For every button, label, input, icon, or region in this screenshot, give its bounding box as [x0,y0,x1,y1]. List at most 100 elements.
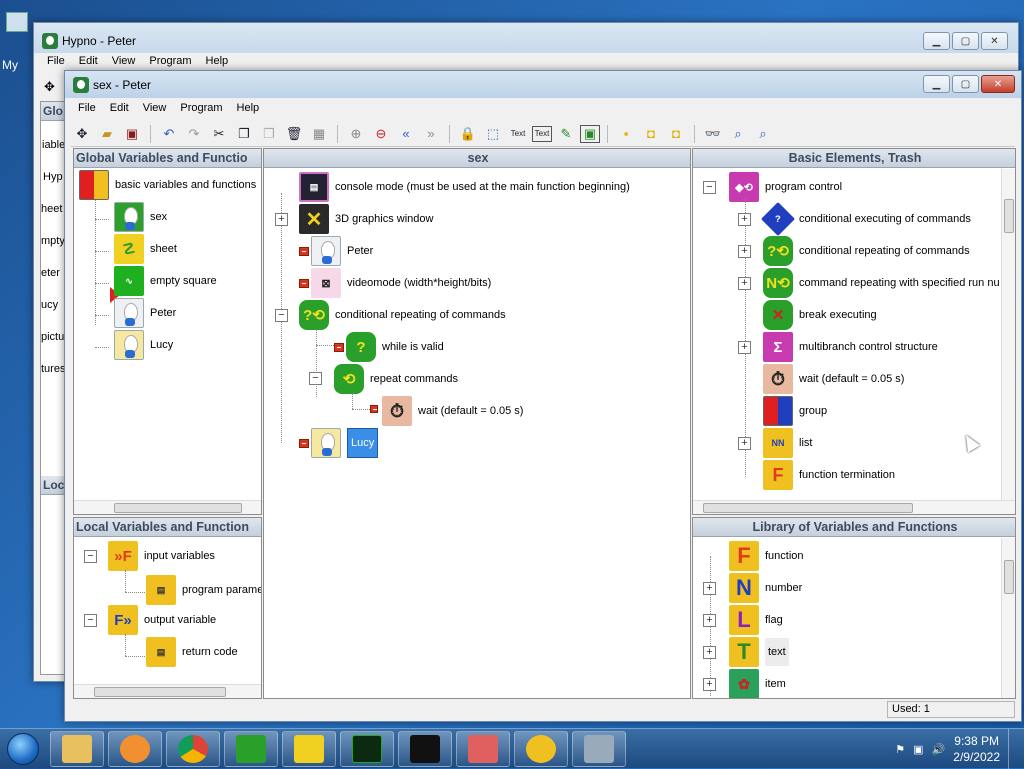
copy-icon[interactable]: ❐ [233,124,255,144]
menu-program[interactable]: Program [173,100,229,118]
tree-item[interactable]: ▤ return code [146,636,238,668]
expand-toggle[interactable]: + [738,213,751,226]
expand-toggle[interactable]: + [738,277,751,290]
taskbar-media-player[interactable] [108,730,162,767]
library-item[interactable]: ✿ item [729,668,786,698]
expand-toggle[interactable]: + [738,245,751,258]
bell3-icon[interactable]: ◘ [665,124,687,144]
tree-item[interactable]: ⊠ videomode (width*height/bits) [311,267,491,299]
start-button[interactable] [0,730,46,768]
menu-program[interactable]: Program [142,53,198,69]
remove-marker[interactable] [299,279,309,288]
clock[interactable]: 9:38 PM 2/9/2022 [953,733,1000,765]
network-tray-icon[interactable]: ▣ [913,743,923,756]
tree-item[interactable]: ?⟲ conditional repeating of commands [763,235,970,267]
menu-edit[interactable]: Edit [72,53,105,69]
expand-toggle[interactable]: + [738,341,751,354]
library-item[interactable]: N number [729,572,802,604]
bell2-icon[interactable]: ◘ [640,124,662,144]
back-icon[interactable]: « [395,124,417,144]
scrollbar-thumb[interactable] [1004,199,1014,233]
tree-item[interactable]: Lucy [114,329,173,361]
text-box-icon[interactable]: Text [532,125,552,142]
expand-toggle[interactable]: + [703,646,716,659]
collapse-toggle[interactable]: − [703,181,716,194]
find-next-icon[interactable]: ⌕ [752,124,774,144]
menu-view[interactable]: View [136,100,174,118]
tree-item[interactable]: ⏱ wait (default = 0.05 s) [763,363,904,395]
remove-marker[interactable] [299,247,309,256]
collapse-toggle[interactable]: − [309,372,322,385]
zoom-in-icon[interactable]: ⊕ [345,124,367,144]
binoculars-icon[interactable]: 👓 [702,124,724,144]
zoom-out-icon[interactable]: ⊖ [370,124,392,144]
expand-toggle[interactable]: + [738,437,751,450]
menu-help[interactable]: Help [199,53,236,69]
redo-icon[interactable]: ↷ [183,124,205,144]
tree-item[interactable]: ? while is valid [346,331,444,363]
scrollbar-thumb[interactable] [114,503,242,513]
minimize-button[interactable]: ▁ [923,32,950,50]
menu-file[interactable]: File [71,100,103,118]
taskbar-x[interactable] [282,730,336,767]
horizontal-scrollbar[interactable] [74,500,261,514]
forward-icon[interactable]: » [420,124,442,144]
edit-icon[interactable]: ✎ [555,124,577,144]
save-icon[interactable]: ▣ [121,124,143,144]
vertical-scrollbar[interactable] [1001,169,1015,500]
tree-item[interactable]: sex [114,201,167,233]
cut-icon[interactable]: ✂ [208,124,230,144]
minimize-button[interactable]: ▁ [923,75,950,93]
taskbar-oscilloscope[interactable] [340,730,394,767]
scrollbar-thumb[interactable] [94,687,226,697]
remove-marker[interactable] [299,439,309,448]
tree-item[interactable]: ▤ console mode (must be used at the main… [299,171,630,203]
front-window[interactable]: sex - Peter ▁ ▢ ✕ File Edit View Program… [64,70,1022,722]
undo-icon[interactable]: ↶ [158,124,180,144]
library-item[interactable]: L flag [729,604,783,636]
window-icon[interactable]: ▣ [580,124,600,143]
taskbar-cross[interactable] [456,730,510,767]
expand-toggle[interactable]: + [275,213,288,226]
tree-item[interactable]: F» output variable [108,604,216,636]
tree-item[interactable]: group [763,395,827,427]
tree-item[interactable]: »F input variables [108,540,215,572]
taskbar-network[interactable] [572,730,626,767]
tree-item[interactable]: ? conditional executing of commands [761,202,971,236]
menu-file[interactable]: File [40,53,72,69]
library-pane[interactable]: Library of Variables and Functions F fun… [692,517,1016,699]
remove-marker[interactable] [370,405,378,413]
tree-item[interactable]: ☡ sheet [114,233,177,265]
show-desktop-button[interactable] [1008,729,1018,769]
bell1-icon[interactable]: ▪ [615,124,637,144]
tree-item[interactable]: ∿ empty square [114,265,217,297]
text-label-icon[interactable]: Text [507,124,529,144]
tree-item[interactable]: Peter [114,297,176,329]
menu-edit[interactable]: Edit [103,100,136,118]
tree-item[interactable]: ✕ break executing [763,299,877,331]
taskbar-hypno[interactable] [224,730,278,767]
scrollbar-thumb[interactable] [1004,560,1014,594]
expand-toggle[interactable]: + [703,582,716,595]
tree-item[interactable]: N⟲ command repeating with specified run … [763,267,1000,299]
tree-item[interactable]: Peter [311,235,373,267]
menu-help[interactable]: Help [230,100,267,118]
tree-item[interactable]: ✕ 3D graphics window [299,203,433,235]
open-folder-icon[interactable]: ▰ [96,124,118,144]
tree-item[interactable]: NN list [763,427,812,459]
global-variables-pane[interactable]: Global Variables and Functio basic varia… [73,148,262,515]
maximize-button[interactable]: ▢ [952,75,979,93]
menu-view[interactable]: View [105,53,143,69]
tree-item[interactable]: ?⟲ conditional repeating of commands [299,299,506,331]
tree-item[interactable]: Σ multibranch control structure [763,331,938,363]
flag-alert-icon[interactable]: ⚑ [895,743,905,756]
horizontal-scrollbar[interactable] [74,684,261,698]
horizontal-scrollbar[interactable] [693,500,1015,514]
tree-item[interactable]: Lucy [311,427,379,459]
collapse-toggle[interactable]: − [84,614,97,627]
remove-marker[interactable] [334,343,344,352]
library-item[interactable]: T text [729,636,789,668]
taskbar-terminal[interactable] [398,730,452,767]
grid-icon[interactable]: ▦ [308,124,330,144]
volume-icon[interactable]: 🔊 [932,743,946,756]
